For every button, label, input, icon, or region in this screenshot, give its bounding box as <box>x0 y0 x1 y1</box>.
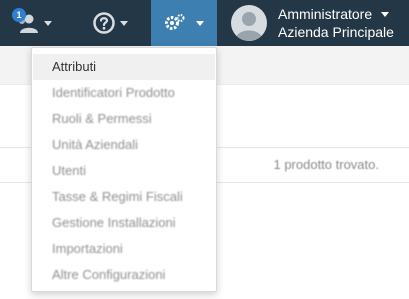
gears-icon <box>165 14 185 30</box>
menu-item-gestione-installazioni[interactable]: Gestione Installazioni <box>33 210 215 236</box>
help-icon <box>93 12 115 34</box>
menu-item-ruoli-permessi[interactable]: Ruoli & Permessi <box>33 106 215 132</box>
user-name: Amministratore <box>278 6 373 22</box>
menu-item-utenti[interactable]: Utenti <box>33 158 215 184</box>
avatar-icon <box>235 12 263 41</box>
results-count: 1 prodotto trovato. <box>273 157 379 172</box>
menu-item-altre-configurazioni[interactable]: Altre Configurazioni <box>33 262 215 288</box>
settings-nav-button[interactable] <box>151 0 217 46</box>
menu-item-unita-aziendali[interactable]: Unità Aziendali <box>33 132 215 158</box>
chevron-down-icon <box>381 11 390 17</box>
chevron-down-icon <box>196 20 204 26</box>
help-nav-button[interactable] <box>92 0 140 46</box>
menu-item-identificatori-prodotto[interactable]: Identificatori Prodotto <box>33 80 215 106</box>
settings-dropdown-menu: Attributi Identificatori Prodotto Ruoli … <box>31 47 217 292</box>
top-navbar: 1 Amministratore Azienda Principale <box>0 0 409 46</box>
chevron-down-icon <box>120 20 128 26</box>
avatar <box>231 5 267 41</box>
users-nav-button[interactable]: 1 <box>10 0 72 46</box>
menu-item-importazioni[interactable]: Importazioni <box>33 236 215 262</box>
chevron-down-icon <box>44 20 52 26</box>
company-name: Azienda Principale <box>278 24 394 40</box>
notification-badge: 1 <box>12 8 26 22</box>
user-menu[interactable]: Amministratore Azienda Principale <box>231 0 409 46</box>
menu-item-tasse-regimi-fiscali[interactable]: Tasse & Regimi Fiscali <box>33 184 215 210</box>
menu-item-attributi[interactable]: Attributi <box>33 54 215 80</box>
